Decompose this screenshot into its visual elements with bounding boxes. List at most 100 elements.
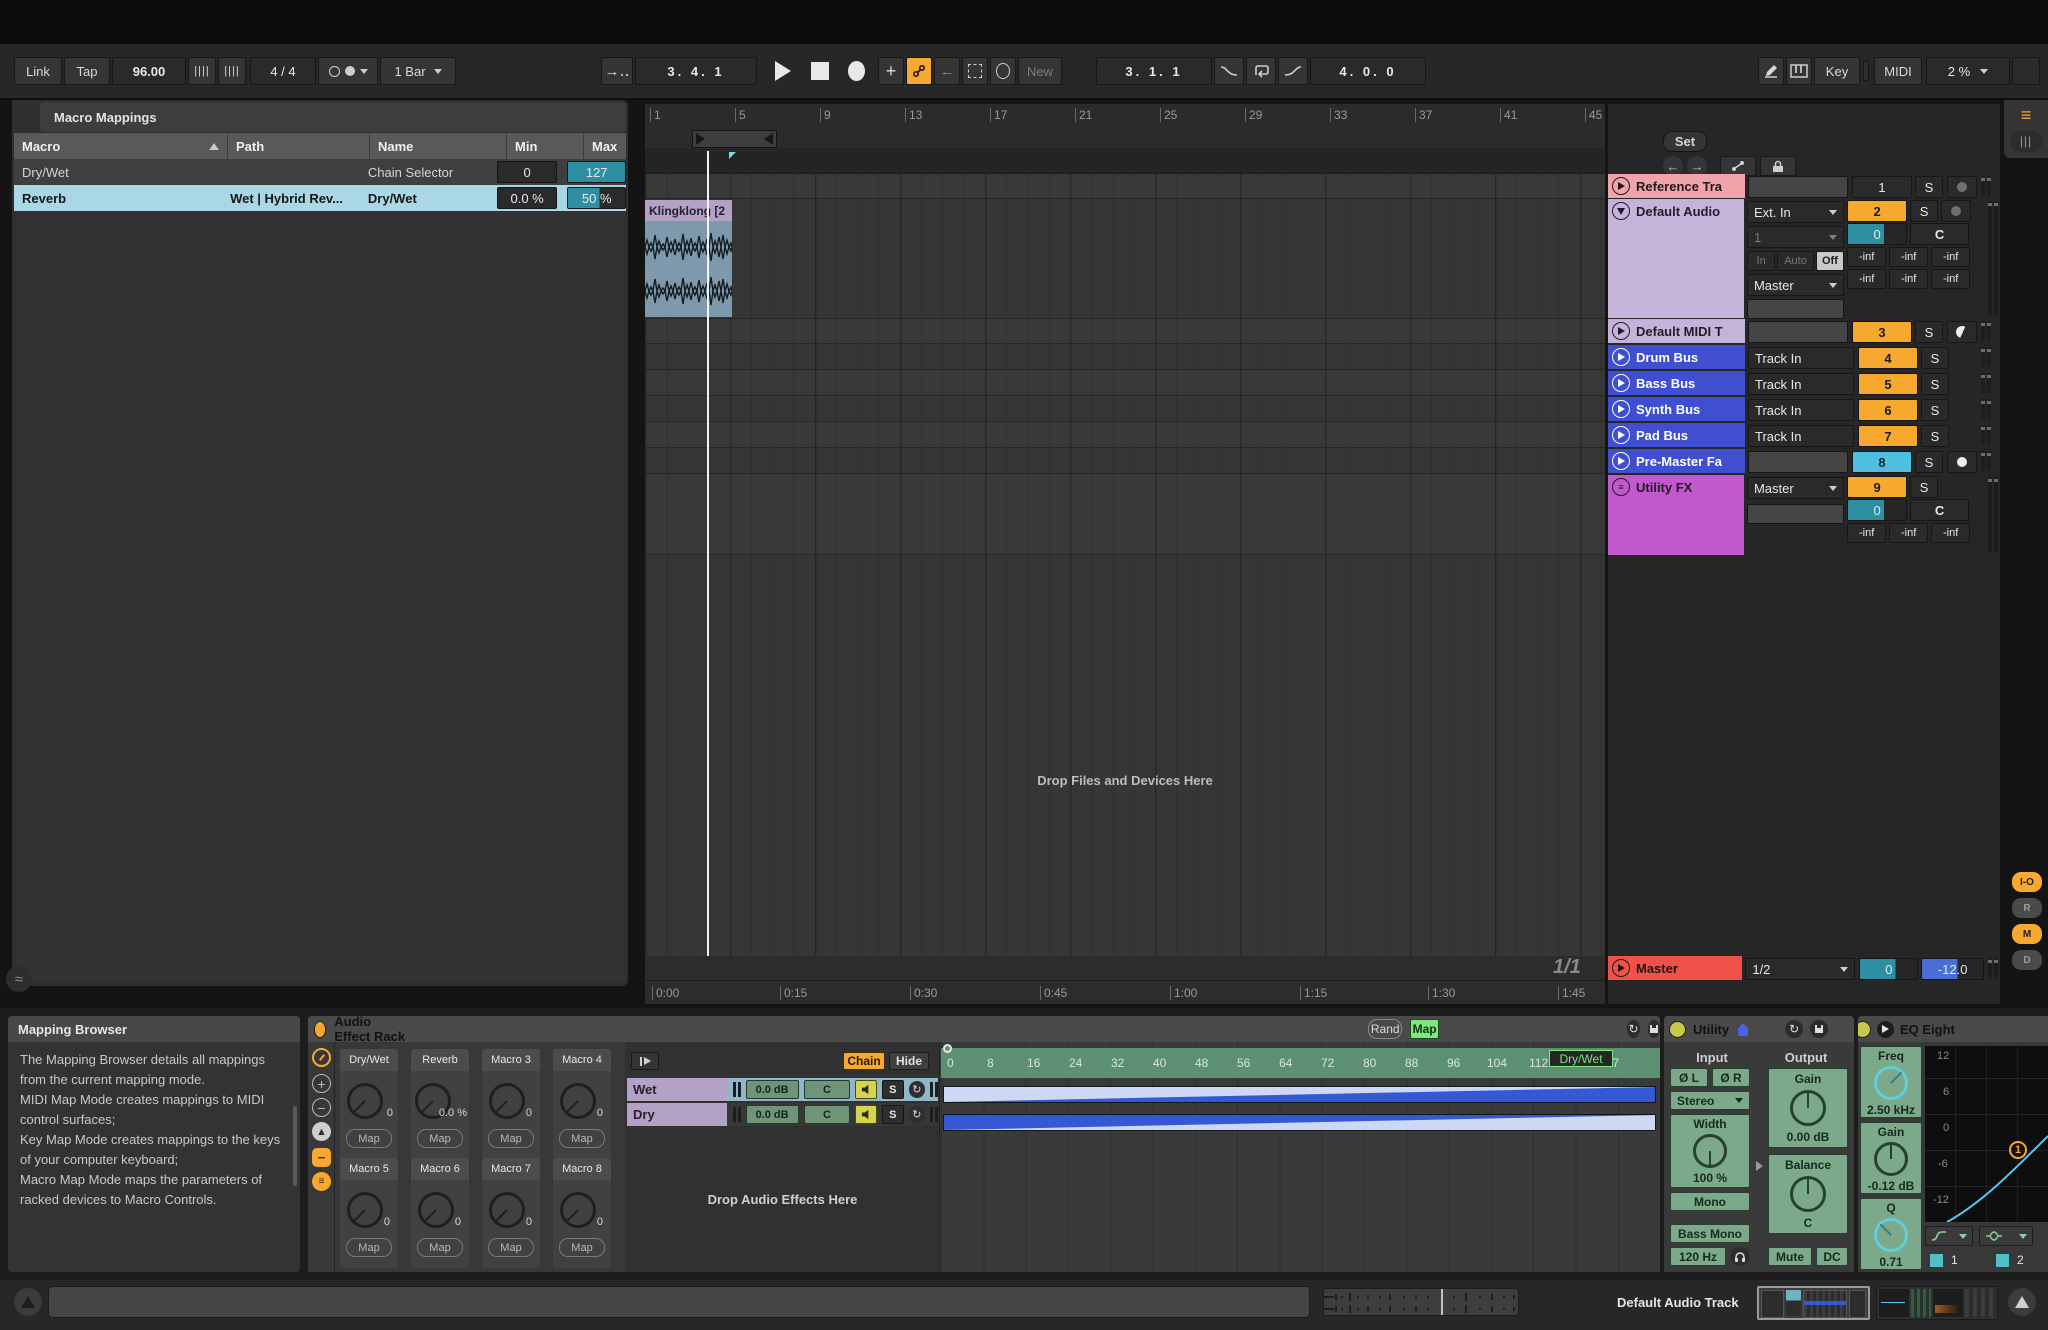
session-record-button[interactable] xyxy=(962,57,988,85)
capture-plus-button[interactable]: + xyxy=(878,57,904,85)
chain-solo-button[interactable]: S xyxy=(882,1080,904,1099)
macro-knob[interactable] xyxy=(489,1192,525,1228)
nudge-down-button[interactable]: |||| xyxy=(188,57,216,85)
track-lane-default-midi[interactable] xyxy=(645,319,1605,344)
chain-hot-swap-button[interactable]: ↻ xyxy=(909,1106,926,1123)
computer-midi-keyboard-button[interactable] xyxy=(1786,57,1812,85)
balance-control[interactable]: Balance C xyxy=(1768,1154,1848,1234)
info-toggle-right-button[interactable] xyxy=(2008,1288,2036,1316)
macro-value[interactable]: 0 xyxy=(526,1216,532,1228)
macro-knob[interactable] xyxy=(560,1083,596,1119)
io-routing-field[interactable] xyxy=(1748,451,1848,473)
track-title[interactable]: ≡ Utility FX xyxy=(1608,475,1744,555)
track-lane-synth-bus[interactable] xyxy=(645,396,1605,422)
loop-switch[interactable] xyxy=(1246,57,1276,85)
track-lane-pre-master[interactable] xyxy=(645,448,1605,474)
mapping-row-selected[interactable]: Reverb Wet | Hybrid Rev... Dry/Wet 0.0 %… xyxy=(14,185,626,211)
map-mode-button[interactable]: Map xyxy=(1410,1019,1439,1039)
column-header-min[interactable]: Min xyxy=(507,133,584,159)
browser-wave-button[interactable]: ≈ xyxy=(6,966,32,992)
tempo-field[interactable]: 96.00 xyxy=(112,57,186,85)
macro-variations-button[interactable]: ▲ xyxy=(312,1122,331,1141)
track-title[interactable]: Pad Bus xyxy=(1608,423,1745,447)
track-activator-button[interactable]: 1 xyxy=(1852,176,1912,198)
track-activator-button[interactable]: 5 xyxy=(1858,373,1918,395)
midi-map-button[interactable]: MIDI xyxy=(1874,57,1922,85)
metronome-button[interactable] xyxy=(318,57,378,85)
volume-field[interactable]: -inf xyxy=(1889,247,1928,267)
master-track-header[interactable]: Master 1/2 0 -12.0 xyxy=(1608,956,2000,980)
remove-macro-button[interactable]: − xyxy=(312,1098,331,1117)
time-signature-field[interactable]: 4 / 4 xyxy=(250,57,316,85)
input-channel-select[interactable]: 1 xyxy=(1747,226,1844,248)
arm-button[interactable] xyxy=(1947,321,1977,343)
eq-freq-control[interactable]: Freq 2.50 kHz xyxy=(1860,1046,1922,1118)
add-macro-button[interactable]: + xyxy=(312,1074,331,1093)
solo-button[interactable]: S xyxy=(1921,425,1949,447)
map-button[interactable]: Map xyxy=(559,1238,605,1257)
prev-marker-button[interactable]: ← xyxy=(1663,156,1683,176)
column-header-macro[interactable]: Macro xyxy=(14,133,228,159)
eq-band-2-toggle[interactable]: 2 xyxy=(1996,1252,2046,1268)
new-button[interactable]: New xyxy=(1018,57,1062,85)
map-button[interactable]: Map xyxy=(346,1238,392,1257)
hide-tab-button[interactable]: Hide xyxy=(889,1052,929,1070)
column-header-path[interactable]: Path xyxy=(228,133,370,159)
solo-button[interactable]: S xyxy=(1915,176,1943,198)
automation-link-button[interactable] xyxy=(1720,156,1756,176)
io-routing-field[interactable] xyxy=(1748,321,1848,343)
mapping-max-field[interactable]: 127 xyxy=(567,161,626,183)
track-activator-button[interactable]: 9 xyxy=(1847,476,1907,498)
master-output-select[interactable]: 1/2 xyxy=(1745,958,1855,980)
returns-section-toggle[interactable]: R xyxy=(2012,898,2042,918)
eq-display[interactable]: 12 6 0 -6 -12 1 xyxy=(1925,1046,2048,1222)
crossfade-field[interactable] xyxy=(1747,299,1844,319)
device-on-button[interactable] xyxy=(314,1021,326,1038)
track-activator-button[interactable]: 3 xyxy=(1852,321,1912,343)
chain-row-dry[interactable]: Dry 0.0 dB C S ↻ xyxy=(627,1103,938,1126)
macro-value[interactable]: 0 xyxy=(384,1216,390,1228)
record-button[interactable] xyxy=(839,57,873,85)
crossfade-assign-c[interactable]: C xyxy=(1910,499,1969,521)
loop-record-button[interactable] xyxy=(990,57,1016,85)
solo-button[interactable]: S xyxy=(1915,451,1943,473)
track-header-default-audio[interactable]: Default Audio Ext. In 1 In Auto Off Mast… xyxy=(1608,199,2000,318)
track-header-pre-master[interactable]: Pre-Master Fa 8 S xyxy=(1608,449,2000,473)
macro-name[interactable]: Macro 6 xyxy=(411,1158,469,1180)
solo-button[interactable]: S xyxy=(1910,200,1938,222)
track-activator-button[interactable]: 2 xyxy=(1847,200,1907,222)
column-header-max[interactable]: Max xyxy=(584,133,626,159)
mixer-section-toggle[interactable]: M xyxy=(2012,924,2042,944)
arm-button[interactable] xyxy=(1947,176,1977,198)
monitor-off-button[interactable]: Off xyxy=(1816,251,1844,271)
bass-mono-button[interactable]: Bass Mono xyxy=(1670,1224,1750,1243)
arrangement-position-field[interactable]: 3. 4. 1 xyxy=(635,57,757,85)
arrangement-overview[interactable] xyxy=(1323,1288,1519,1316)
save-preset-icon[interactable] xyxy=(1810,1020,1828,1038)
output-routing-select[interactable]: Master xyxy=(1747,274,1844,296)
tap-tempo-button[interactable]: Tap xyxy=(64,57,110,85)
io-routing-field[interactable] xyxy=(1748,176,1848,198)
chain-activator-button[interactable] xyxy=(855,1080,877,1099)
pan-field[interactable]: 0 xyxy=(1847,499,1907,521)
track-title[interactable]: Pre-Master Fa xyxy=(1608,449,1745,473)
device-chain-preview[interactable] xyxy=(1757,1286,1870,1320)
device-on-button[interactable] xyxy=(1669,1021,1686,1038)
draw-mode-button[interactable] xyxy=(1758,57,1784,85)
send-field[interactable]: -inf xyxy=(1889,269,1928,289)
save-preset-icon[interactable] xyxy=(1648,1020,1660,1038)
map-button[interactable]: Map xyxy=(417,1129,463,1148)
track-lane-drum-bus[interactable] xyxy=(645,344,1605,370)
set-button[interactable]: Set xyxy=(1663,131,1707,152)
phase-right-button[interactable]: Ø R xyxy=(1712,1068,1750,1087)
track-header-utility-fx[interactable]: ≡ Utility FX Master 9 S 0 C -inf -inf xyxy=(1608,475,2000,555)
track-activator-button[interactable]: 6 xyxy=(1858,399,1918,421)
width-knob[interactable] xyxy=(1693,1134,1727,1168)
chain-volume-field[interactable]: 0.0 dB xyxy=(746,1080,799,1099)
cpu-meter[interactable]: 2 % xyxy=(1926,57,2010,85)
io-routing-field[interactable]: Track In xyxy=(1748,347,1854,369)
chain-name[interactable]: Dry xyxy=(627,1103,727,1126)
track-header-synth-bus[interactable]: Synth Bus Track In 6 S xyxy=(1608,397,2000,421)
follow-button[interactable]: →‥ xyxy=(601,57,633,85)
lock-envelopes-button[interactable] xyxy=(1760,156,1796,176)
